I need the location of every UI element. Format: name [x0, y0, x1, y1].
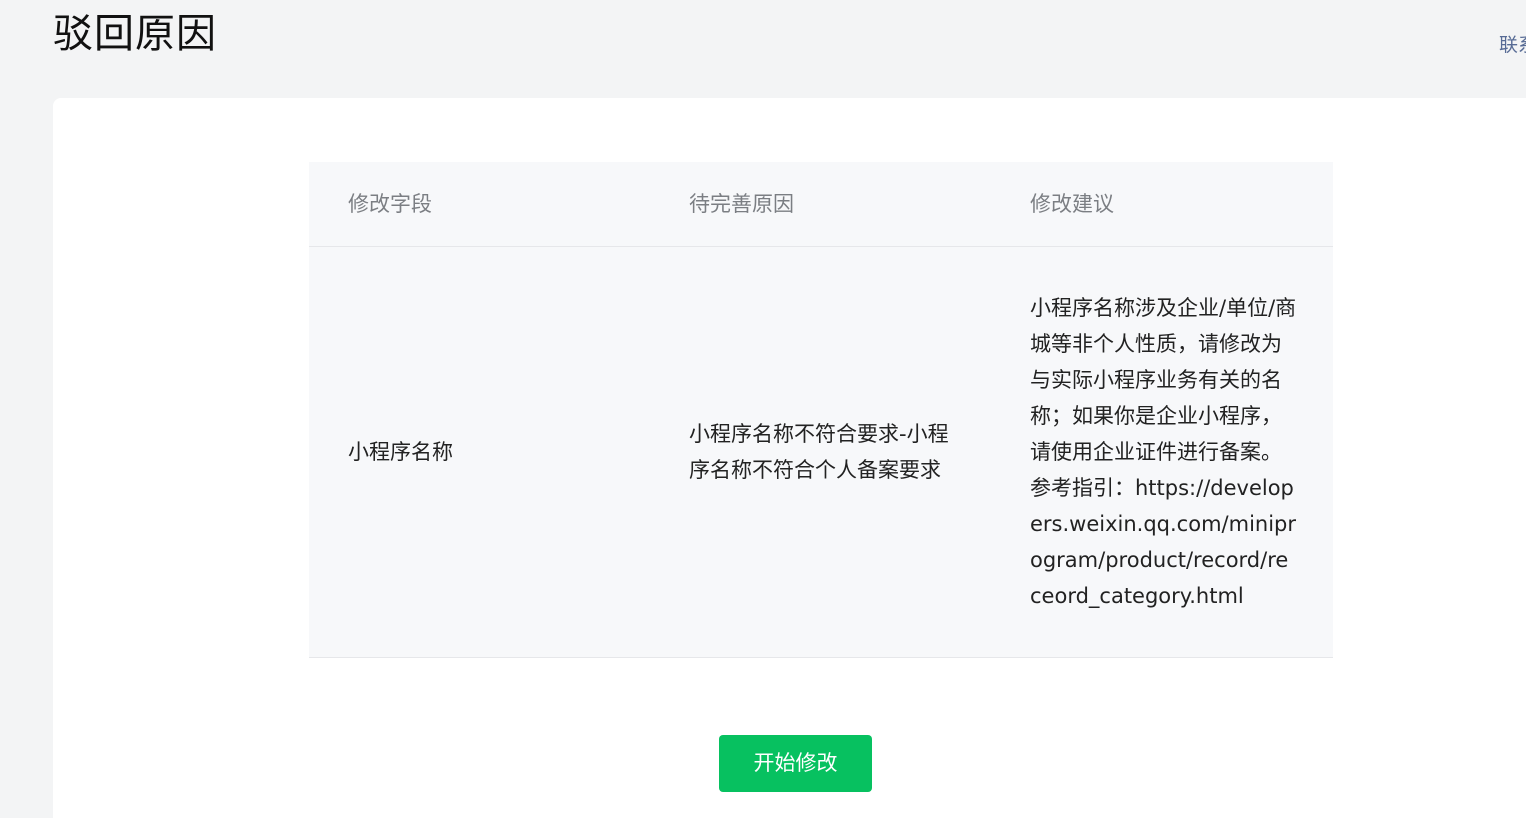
- column-header-reason: 待完善原因: [689, 192, 794, 216]
- contact-link[interactable]: 联系: [1499, 32, 1526, 58]
- rejection-reason-table: 修改字段 待完善原因 修改建议 小程序名称 小程序名称不符合要求-小程序名称不符…: [309, 162, 1333, 658]
- table-row: 小程序名称 小程序名称不符合要求-小程序名称不符合个人备案要求 小程序名称涉及企…: [309, 247, 1333, 658]
- cell-field: 小程序名称: [348, 440, 453, 464]
- page-title: 驳回原因: [53, 11, 217, 57]
- cell-reason: 小程序名称不符合要求-小程序名称不符合个人备案要求: [689, 422, 949, 482]
- column-header-field: 修改字段: [348, 192, 432, 216]
- cell-suggestion: 小程序名称涉及企业/单位/商城等非个人性质，请修改为与实际小程序业务有关的名称；…: [1030, 296, 1297, 608]
- start-modify-button[interactable]: 开始修改: [719, 735, 872, 792]
- table-header: 修改字段 待完善原因 修改建议: [309, 162, 1333, 247]
- column-header-suggestion: 修改建议: [1030, 192, 1114, 216]
- content-card: 修改字段 待完善原因 修改建议 小程序名称 小程序名称不符合要求-小程序名称不符…: [53, 98, 1526, 818]
